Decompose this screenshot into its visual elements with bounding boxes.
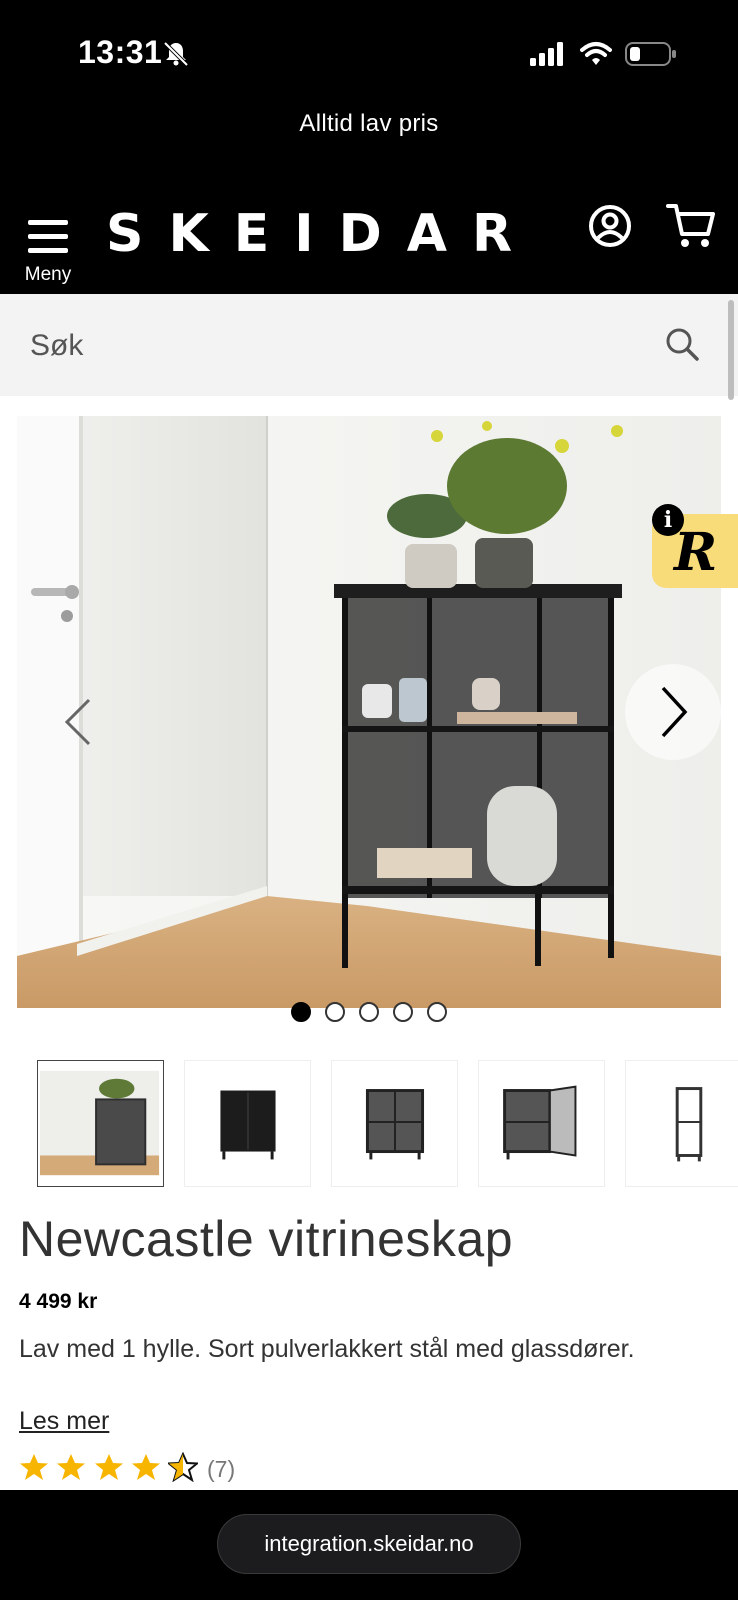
- product-description: Lav med 1 hylle. Sort pulverlakkert stål…: [19, 1335, 635, 1363]
- star-filled-icon: [95, 1454, 123, 1480]
- thumbnail-4[interactable]: [478, 1060, 605, 1187]
- review-count: (7): [207, 1456, 236, 1482]
- menu-icon: [28, 220, 68, 253]
- thumbnail-3[interactable]: [331, 1060, 458, 1187]
- thumbnail-image: [365, 1089, 425, 1160]
- thumbnail-image: [675, 1087, 703, 1162]
- chevron-right-icon: [661, 686, 688, 738]
- battery-icon: [625, 42, 676, 66]
- pagination-dot[interactable]: [325, 1002, 345, 1022]
- promo-text: Alltid lav pris: [299, 110, 439, 137]
- star-filled-icon: [57, 1454, 85, 1480]
- thumbnail-image: [220, 1090, 276, 1160]
- browser-bottom-bar: integration.skeidar.no: [0, 1490, 738, 1600]
- product-title: Newcastle vitrineskap: [19, 1211, 514, 1267]
- product-main-image: [17, 416, 721, 1008]
- star-half-icon: [168, 1452, 198, 1482]
- thumbnail-image: [39, 1070, 160, 1176]
- menu-label: Meny: [24, 264, 72, 285]
- next-image-button[interactable]: [625, 664, 721, 760]
- previous-image-arrow[interactable]: [47, 676, 117, 766]
- signal-icon: [530, 42, 563, 66]
- cart-icon[interactable]: [666, 202, 716, 250]
- search-input[interactable]: [30, 324, 630, 368]
- gallery-pagination: [0, 1002, 738, 1024]
- pagination-dot[interactable]: [359, 1002, 379, 1022]
- pagination-dot[interactable]: [393, 1002, 413, 1022]
- menu-button[interactable]: Meny: [20, 202, 76, 285]
- url-bar[interactable]: integration.skeidar.no: [217, 1514, 521, 1574]
- bell-muted-icon: [163, 41, 189, 67]
- page-scrollbar[interactable]: [728, 300, 734, 400]
- thumbnail-2[interactable]: [184, 1060, 311, 1187]
- wifi-icon: [580, 42, 612, 65]
- thumbnail-image: [503, 1085, 577, 1160]
- skeidar-logo[interactable]: SKEIDAR: [106, 204, 537, 264]
- badge-letter: R: [674, 522, 718, 583]
- star-filled-icon: [20, 1454, 48, 1480]
- search-bar: [0, 294, 738, 396]
- thumbnail-strip: [37, 1058, 738, 1188]
- site-header: Meny SKEIDAR: [0, 188, 738, 294]
- star-filled-icon: [132, 1454, 160, 1480]
- status-bar: 13:31: [0, 0, 738, 108]
- product-price: 4 499 kr: [19, 1290, 98, 1313]
- account-icon[interactable]: [588, 204, 632, 248]
- read-more-link[interactable]: Les mer: [19, 1407, 109, 1436]
- product-image-gallery[interactable]: [17, 416, 721, 1008]
- pagination-dot[interactable]: [291, 1002, 311, 1022]
- info-icon[interactable]: i: [652, 504, 684, 536]
- search-icon[interactable]: [664, 326, 700, 362]
- promo-bar: Alltid lav pris: [0, 108, 738, 188]
- status-time: 13:31: [78, 34, 163, 70]
- pagination-dot[interactable]: [427, 1002, 447, 1022]
- thumbnail-5[interactable]: [625, 1060, 738, 1187]
- thumbnail-1[interactable]: [37, 1060, 164, 1187]
